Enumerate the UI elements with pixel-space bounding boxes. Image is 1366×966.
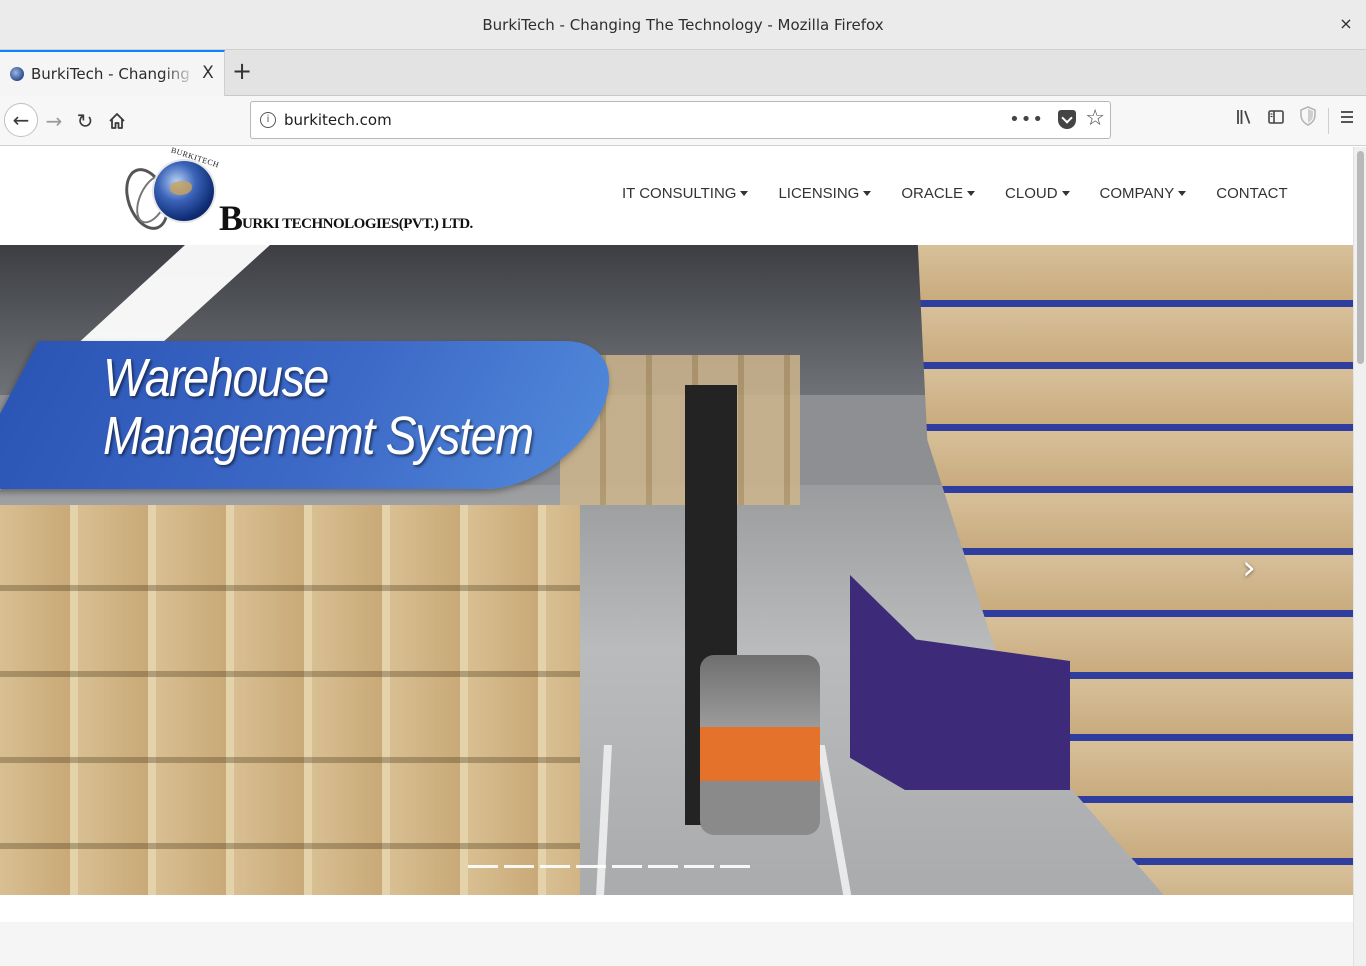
- caret-down-icon: [1061, 191, 1070, 196]
- hero-caption-line1: Warehouse: [103, 348, 329, 408]
- back-button[interactable]: ←: [4, 103, 38, 137]
- content-below-hero: [0, 895, 1353, 922]
- arrow-left-icon: ←: [12, 108, 30, 132]
- library-icon[interactable]: [1233, 106, 1255, 134]
- crates-foreground-image: [0, 505, 580, 895]
- sidebar-toggle-icon[interactable]: [1265, 106, 1287, 134]
- forklift-body-image: [700, 655, 820, 835]
- tracking-shield-icon[interactable]: [1297, 106, 1319, 134]
- nav-cloud[interactable]: CLOUD: [1005, 185, 1070, 209]
- toolbar-divider: [1328, 108, 1329, 134]
- globe-favicon-icon: [10, 67, 24, 81]
- navigation-toolbar: ← → ↻ i burkitech.com ••• ☆: [0, 96, 1366, 146]
- hamburger-menu-icon[interactable]: [1336, 106, 1358, 134]
- tab-close-button[interactable]: X: [199, 63, 217, 83]
- pocket-icon[interactable]: [1058, 110, 1076, 129]
- carousel-indicator[interactable]: [504, 865, 534, 868]
- scrollbar-thumb[interactable]: [1357, 151, 1364, 364]
- site-logo[interactable]: BURKITECH BURKI TECHNOLOGIES(PVT.) LTD.: [117, 147, 473, 239]
- site-header: BURKITECH BURKI TECHNOLOGIES(PVT.) LTD. …: [0, 147, 1353, 245]
- caret-down-icon: [1178, 191, 1187, 196]
- reload-button[interactable]: ↻: [69, 105, 101, 137]
- new-tab-button[interactable]: +: [229, 58, 255, 86]
- carousel-indicator[interactable]: [576, 865, 606, 868]
- carousel-indicator[interactable]: [720, 865, 750, 868]
- nav-label: CLOUD: [1005, 185, 1058, 202]
- nav-label: IT CONSULTING: [622, 185, 737, 202]
- nav-contact[interactable]: CONTACT: [1216, 185, 1287, 209]
- carousel-indicator[interactable]: [612, 865, 642, 868]
- tab-label: BurkiTech - Changing The Technology: [31, 65, 196, 83]
- carousel-indicator[interactable]: [684, 865, 714, 868]
- main-nav: IT CONSULTING LICENSING ORACLE CLOUD COM…: [622, 185, 1318, 209]
- carousel-indicators: [468, 865, 750, 868]
- reload-icon: ↻: [76, 109, 94, 133]
- page-scrollbar[interactable]: [1353, 147, 1366, 966]
- company-initial: B: [219, 198, 243, 238]
- caret-down-icon: [863, 191, 872, 196]
- nav-licensing[interactable]: LICENSING: [778, 185, 872, 209]
- page-viewport: BURKITECH BURKI TECHNOLOGIES(PVT.) LTD. …: [0, 147, 1366, 966]
- window-close-button[interactable]: ×: [1336, 14, 1356, 34]
- nav-label: COMPANY: [1099, 185, 1175, 202]
- home-icon: [109, 113, 125, 129]
- hero-caption-line2: Managememt System: [103, 406, 534, 466]
- hero-caption: Warehouse Managememt System: [103, 348, 534, 466]
- company-name-rest: URKI TECHNOLOGIES(PVT.) LTD.: [242, 216, 473, 232]
- carousel-indicator[interactable]: [648, 865, 678, 868]
- globe-logo-icon: [154, 161, 214, 221]
- nav-label: LICENSING: [778, 185, 860, 202]
- tab-burkitech[interactable]: BurkiTech - Changing The Technology X: [0, 50, 225, 96]
- carousel-next-chevron-icon[interactable]: ›: [1238, 550, 1260, 586]
- hero-carousel[interactable]: Warehouse Managememt System ›: [0, 245, 1353, 895]
- arrow-right-icon: →: [45, 109, 63, 133]
- site-info-icon[interactable]: i: [260, 112, 276, 128]
- window-title: BurkiTech - Changing The Technology - Mo…: [482, 16, 884, 34]
- url-text[interactable]: burkitech.com: [284, 111, 392, 129]
- nav-label: ORACLE: [901, 185, 964, 202]
- nav-company[interactable]: COMPANY: [1100, 185, 1187, 209]
- nav-label: CONTACT: [1216, 185, 1288, 202]
- page-actions-button[interactable]: •••: [1009, 109, 1044, 130]
- caret-down-icon: [740, 191, 749, 196]
- home-button[interactable]: [101, 105, 133, 137]
- window-titlebar: BurkiTech - Changing The Technology - Mo…: [0, 0, 1366, 50]
- caret-down-icon: [967, 191, 976, 196]
- nav-oracle[interactable]: ORACLE: [901, 185, 976, 209]
- nav-it-consulting[interactable]: IT CONSULTING: [622, 185, 749, 209]
- company-name: BURKI TECHNOLOGIES(PVT.) LTD.: [219, 197, 473, 239]
- carousel-indicator[interactable]: [468, 865, 498, 868]
- bookmark-star-icon[interactable]: ☆: [1085, 106, 1105, 131]
- url-bar[interactable]: i burkitech.com ••• ☆: [250, 101, 1111, 139]
- carousel-indicator[interactable]: [540, 865, 570, 868]
- forward-button[interactable]: →: [38, 105, 70, 137]
- tab-strip: BurkiTech - Changing The Technology X +: [0, 50, 1366, 96]
